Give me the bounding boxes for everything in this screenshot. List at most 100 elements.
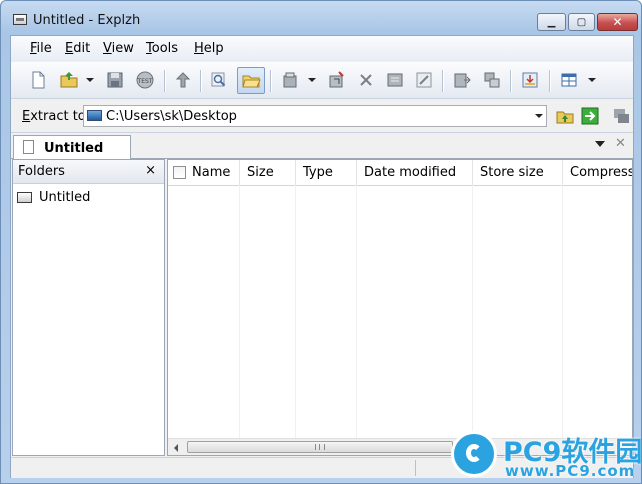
- chevron-down-icon[interactable]: [535, 114, 543, 118]
- tab-list-dropdown-icon[interactable]: [595, 141, 605, 147]
- column-divider: [239, 185, 240, 439]
- column-type-label: Type: [303, 165, 333, 180]
- delete-icon[interactable]: [356, 70, 376, 90]
- folders-close-icon[interactable]: ×: [145, 163, 156, 178]
- column-header-compress-ratio[interactable]: Compress r: [563, 160, 633, 185]
- minimize-icon: ▁: [547, 16, 556, 28]
- folders-header: Folders ×: [13, 160, 164, 184]
- watermark-logo: PC9软件园 www.PC9.com: [451, 429, 641, 481]
- self-extract-icon[interactable]: [520, 70, 540, 90]
- menu-edit-key: E: [65, 41, 74, 56]
- properties-icon[interactable]: [414, 70, 434, 90]
- test-archive-icon[interactable]: TEST: [135, 70, 155, 90]
- status-divider: [415, 460, 416, 476]
- column-header-store-size[interactable]: Store size: [473, 160, 563, 185]
- column-compress-label: Compress r: [570, 165, 633, 180]
- folders-pane: Folders × Untitled: [12, 159, 165, 456]
- save-icon[interactable]: [105, 70, 125, 90]
- column-header-date-modified[interactable]: Date modified: [357, 160, 473, 185]
- select-all-checkbox[interactable]: [173, 166, 186, 179]
- toolbar-separator: [549, 70, 550, 92]
- extract-icon[interactable]: [326, 70, 346, 90]
- app-window: Untitled - Explzh ▁ ▢ ✕ File Edit View T…: [0, 0, 642, 484]
- close-button[interactable]: ✕: [597, 13, 638, 31]
- column-name-label: Name: [192, 165, 231, 180]
- open-dropdown-icon[interactable]: [86, 78, 94, 82]
- menu-file-rest: ile: [36, 41, 52, 56]
- toolbar-separator: [510, 70, 511, 92]
- toolbar: TEST: [11, 62, 633, 99]
- minimize-button[interactable]: ▁: [537, 13, 566, 31]
- column-header-type[interactable]: Type: [296, 160, 357, 185]
- archive-icon: [17, 192, 32, 203]
- tab-label: Untitled: [44, 141, 104, 156]
- extract-label-rest: xtract to: [30, 109, 86, 124]
- title-bar[interactable]: Untitled - Explzh ▁ ▢ ✕: [1, 1, 641, 35]
- window-title: Untitled - Explzh: [33, 13, 141, 28]
- add-files-icon[interactable]: [280, 70, 300, 90]
- scrollbar-thumb[interactable]: [187, 441, 453, 453]
- view-dropdown-icon[interactable]: [588, 78, 596, 82]
- menu-tools-rest: ools: [151, 41, 179, 56]
- toolbar-separator: [270, 70, 271, 92]
- watermark-icon: [451, 431, 497, 477]
- maximize-icon: ▢: [576, 16, 587, 28]
- rename-icon[interactable]: [385, 70, 405, 90]
- open-archive-icon[interactable]: [59, 70, 79, 90]
- open-folder-icon[interactable]: [241, 70, 261, 90]
- toolbar-separator: [164, 70, 165, 92]
- column-store-label: Store size: [480, 165, 544, 180]
- desktop-icon: [87, 110, 102, 121]
- column-header-name[interactable]: Name: [168, 160, 240, 185]
- client-area: File Edit View Tools Help TEST Extract t…: [10, 35, 634, 478]
- maximize-button[interactable]: ▢: [568, 13, 595, 31]
- extract-options-icon[interactable]: [611, 106, 631, 126]
- go-extract-icon[interactable]: [580, 106, 600, 126]
- new-archive-icon[interactable]: [28, 70, 48, 90]
- column-divider: [295, 185, 296, 439]
- app-icon: [13, 14, 27, 25]
- toolbar-separator: [442, 70, 443, 92]
- menu-edit-rest: dit: [73, 41, 91, 56]
- column-date-label: Date modified: [364, 165, 457, 180]
- menu-help-key: H: [194, 41, 204, 56]
- column-divider: [356, 185, 357, 439]
- column-size-label: Size: [247, 165, 274, 180]
- column-header-size[interactable]: Size: [240, 160, 296, 185]
- menu-bar: File Edit View Tools Help: [11, 36, 633, 61]
- menu-edit[interactable]: Edit: [65, 41, 90, 56]
- extract-path-combobox[interactable]: C:\Users\sk\Desktop: [83, 105, 547, 127]
- browse-folder-icon[interactable]: [555, 106, 575, 126]
- watermark-url: www.PC9.com: [505, 462, 636, 480]
- folder-tree-label: Untitled: [39, 190, 91, 205]
- extract-key: E: [22, 109, 31, 124]
- folders-title: Folders: [18, 164, 65, 179]
- tab-untitled[interactable]: Untitled: [13, 135, 131, 159]
- convert-icon[interactable]: [452, 70, 472, 90]
- toolbar-separator: [200, 70, 201, 92]
- scroll-left-icon[interactable]: [174, 444, 178, 452]
- menu-view[interactable]: View: [103, 41, 134, 56]
- menu-view-key: V: [103, 41, 112, 56]
- tab-close-icon[interactable]: ✕: [615, 136, 626, 151]
- close-icon: ✕: [612, 15, 623, 29]
- list-header: Name Size Type Date modified Store size …: [168, 160, 633, 186]
- menu-help-rest: elp: [203, 41, 224, 56]
- move-up-icon[interactable]: [173, 70, 193, 90]
- extract-bar: Extract to C:\Users\sk\Desktop: [11, 99, 633, 133]
- file-list-pane[interactable]: Name Size Type Date modified Store size …: [167, 159, 633, 456]
- extract-path-value: C:\Users\sk\Desktop: [106, 109, 237, 124]
- menu-file[interactable]: File: [30, 41, 52, 56]
- menu-help[interactable]: Help: [194, 41, 224, 56]
- find-icon[interactable]: [209, 70, 229, 90]
- split-icon[interactable]: [482, 70, 502, 90]
- menu-view-rest: iew: [111, 41, 134, 56]
- tab-strip: Untitled ✕: [11, 133, 633, 159]
- add-dropdown-icon[interactable]: [308, 78, 316, 82]
- view-mode-icon[interactable]: [559, 70, 579, 90]
- column-divider: [472, 185, 473, 439]
- grip-icon: [315, 444, 325, 450]
- menu-tools[interactable]: Tools: [146, 41, 178, 56]
- svg-text:TEST: TEST: [137, 78, 153, 85]
- column-divider: [562, 185, 563, 439]
